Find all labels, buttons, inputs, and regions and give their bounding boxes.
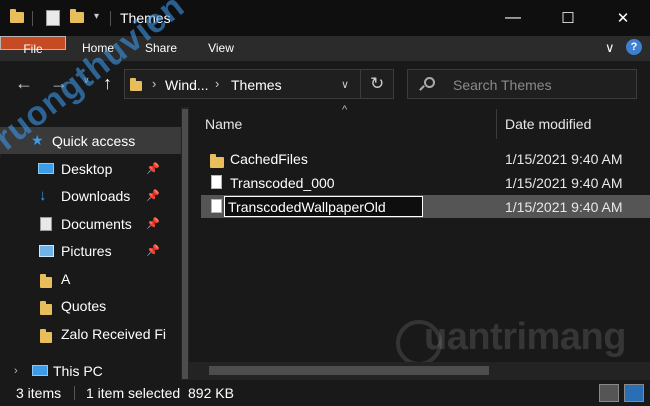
- address-bar[interactable]: › Wind... › Themes ∨ ↻: [124, 69, 394, 99]
- pin-icon[interactable]: 📌: [146, 217, 160, 230]
- large-icons-view-icon[interactable]: [624, 384, 644, 402]
- ribbon-expand-chevron-icon[interactable]: ∨: [605, 40, 615, 56]
- tab-file[interactable]: File: [0, 36, 66, 56]
- minimize-button[interactable]: —: [490, 0, 536, 36]
- nav-item-desktop[interactable]: Desktop 📌: [0, 155, 181, 182]
- status-bar: 3 items 1 item selected 892 KB: [0, 380, 650, 406]
- file-list: ^ Name Date modified CachedFiles 1/15/20…: [189, 104, 650, 380]
- breadcrumb-windows[interactable]: Wind...: [165, 77, 209, 93]
- properties-icon[interactable]: [46, 10, 60, 26]
- new-folder-icon[interactable]: [70, 9, 84, 26]
- maximize-button[interactable]: ☐: [545, 0, 591, 36]
- breadcrumb-separator-icon[interactable]: ›: [152, 76, 156, 91]
- computer-icon: [32, 365, 48, 376]
- file-date: 1/15/2021 9:40 AM: [505, 150, 623, 167]
- nav-pane-scrollbar-thumb[interactable]: [182, 109, 188, 379]
- list-item-selected[interactable]: 1/15/2021 9:40 AM: [201, 195, 650, 218]
- refresh-icon[interactable]: ↻: [370, 74, 384, 94]
- column-header-name[interactable]: Name: [205, 107, 485, 141]
- pictures-icon: [39, 244, 54, 257]
- nav-item-pictures[interactable]: Pictures 📌: [0, 237, 181, 264]
- folder-icon: [40, 329, 52, 346]
- breadcrumb-separator-icon[interactable]: ›: [215, 76, 219, 91]
- folder-icon: [40, 274, 52, 291]
- status-item-count: 3 items: [16, 385, 62, 401]
- details-view-icon[interactable]: [599, 384, 619, 402]
- search-placeholder: Search Themes: [453, 77, 552, 93]
- download-icon: ↓: [39, 187, 47, 204]
- titlebar-separator: [110, 11, 111, 26]
- column-divider[interactable]: [496, 109, 497, 139]
- nav-item-downloads[interactable]: ↓ Downloads 📌: [0, 182, 181, 209]
- navigation-pane: ★ Quick access Desktop 📌 ↓ Downloads 📌 D…: [0, 107, 181, 380]
- pin-icon[interactable]: 📌: [146, 244, 160, 257]
- watermark-text: uantrimang: [424, 316, 626, 358]
- file-date: 1/15/2021 9:40 AM: [505, 174, 623, 191]
- nav-item-quotes[interactable]: Quotes: [0, 292, 181, 319]
- status-selection: 1 item selected: [86, 385, 181, 401]
- file-icon: [211, 199, 222, 216]
- status-divider: [74, 386, 75, 400]
- list-item[interactable]: CachedFiles 1/15/2021 9:40 AM: [201, 147, 650, 170]
- quick-access-toolbar-dropdown-icon[interactable]: ▾: [94, 11, 99, 22]
- search-icon-handle: [419, 85, 425, 91]
- nav-item-this-pc[interactable]: › This PC: [0, 357, 181, 380]
- address-folder-icon: [130, 78, 142, 94]
- pin-icon[interactable]: 📌: [146, 162, 160, 175]
- title-bar: ▾ Themes — ☐ ✕: [0, 0, 650, 36]
- column-header-date-modified[interactable]: Date modified: [505, 107, 645, 141]
- tab-view[interactable]: View: [198, 36, 244, 61]
- search-field[interactable]: Search Themes: [407, 69, 637, 99]
- expand-chevron-icon[interactable]: ›: [14, 365, 18, 377]
- nav-item-zalo-received-files[interactable]: Zalo Received Fi: [0, 320, 181, 347]
- file-date: 1/15/2021 9:40 AM: [505, 198, 623, 215]
- help-icon[interactable]: ?: [626, 39, 642, 55]
- rename-input[interactable]: [224, 196, 423, 217]
- desktop-icon: [38, 163, 54, 174]
- status-size: 892 KB: [188, 385, 234, 401]
- nav-pane-scrollbar[interactable]: [181, 107, 189, 380]
- file-name: Transcoded_000: [230, 174, 335, 191]
- breadcrumb-themes[interactable]: Themes: [231, 77, 282, 93]
- folder-app-icon: [10, 9, 24, 26]
- address-history-chevron-icon[interactable]: ∨: [341, 78, 349, 91]
- nav-item-a[interactable]: A: [0, 265, 181, 292]
- file-name: CachedFiles: [230, 150, 308, 167]
- horizontal-scrollbar[interactable]: [189, 362, 650, 380]
- address-divider: [360, 70, 361, 98]
- horizontal-scrollbar-thumb[interactable]: [209, 366, 489, 375]
- pin-icon[interactable]: 📌: [146, 189, 160, 202]
- list-item[interactable]: Transcoded_000 1/15/2021 9:40 AM: [201, 171, 650, 194]
- file-icon: [211, 175, 222, 192]
- close-button[interactable]: ✕: [600, 0, 646, 36]
- documents-icon: [40, 216, 52, 231]
- folder-icon: [40, 301, 52, 318]
- folder-icon: [210, 154, 224, 171]
- search-icon: [424, 77, 435, 88]
- titlebar-separator: [32, 11, 33, 26]
- nav-item-documents[interactable]: Documents 📌: [0, 210, 181, 237]
- back-arrow-icon[interactable]: ←: [15, 73, 33, 93]
